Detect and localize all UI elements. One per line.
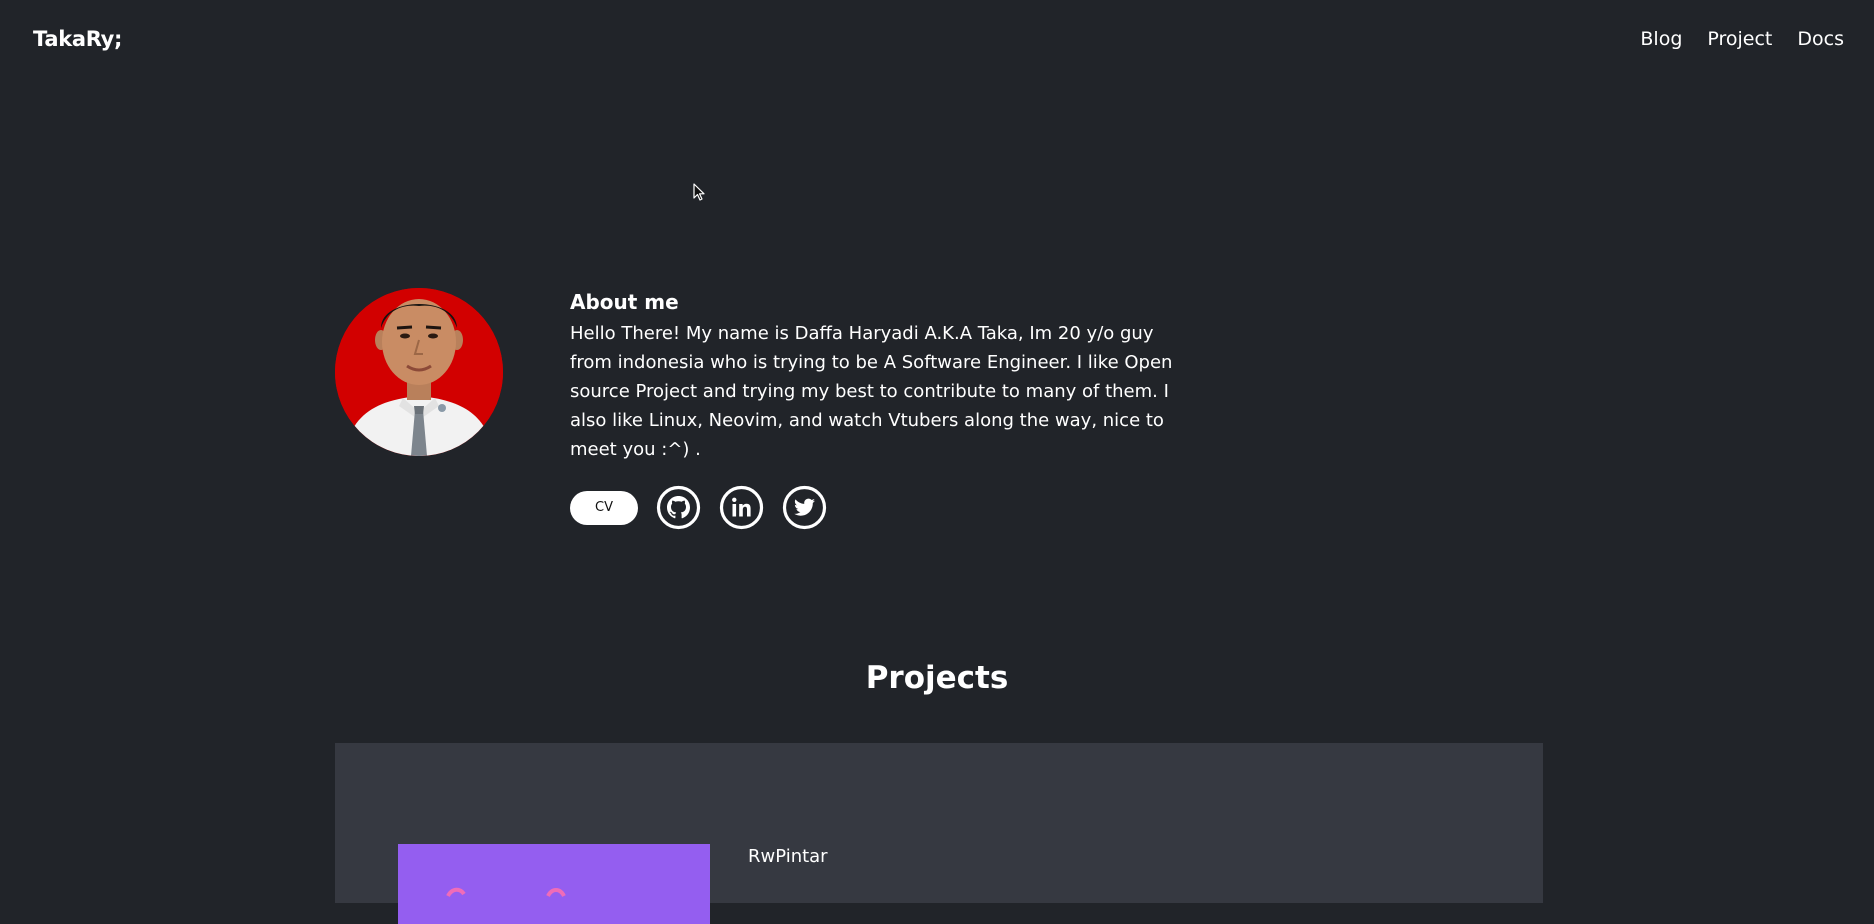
about-title: About me xyxy=(570,290,679,314)
nav-link-blog[interactable]: Blog xyxy=(1640,28,1682,50)
profile-avatar xyxy=(335,288,503,456)
projects-heading: Projects xyxy=(865,660,1009,696)
linkedin-icon[interactable] xyxy=(719,485,764,530)
about-text: About me Hello There! My name is Daffa H… xyxy=(570,287,1180,464)
navbar: TakaRy; Blog Project Docs xyxy=(0,0,1874,82)
twitter-icon[interactable] xyxy=(782,485,827,530)
mouse-cursor-icon xyxy=(693,183,705,201)
projects-panel: RwPintar xyxy=(335,743,1543,924)
about-description: Hello There! My name is Daffa Haryadi A.… xyxy=(570,323,1173,460)
brand-logo[interactable]: TakaRy; xyxy=(33,27,122,51)
social-links: CV xyxy=(570,485,827,530)
project-thumbnail[interactable] xyxy=(398,844,710,924)
cv-button[interactable]: CV xyxy=(570,490,638,525)
nav-link-docs[interactable]: Docs xyxy=(1797,28,1844,50)
nav-links: Blog Project Docs xyxy=(1640,28,1844,50)
github-icon[interactable] xyxy=(656,485,701,530)
project-title[interactable]: RwPintar xyxy=(748,846,828,867)
nav-link-project[interactable]: Project xyxy=(1707,28,1772,50)
about-section: About me Hello There! My name is Daffa H… xyxy=(335,287,1195,537)
